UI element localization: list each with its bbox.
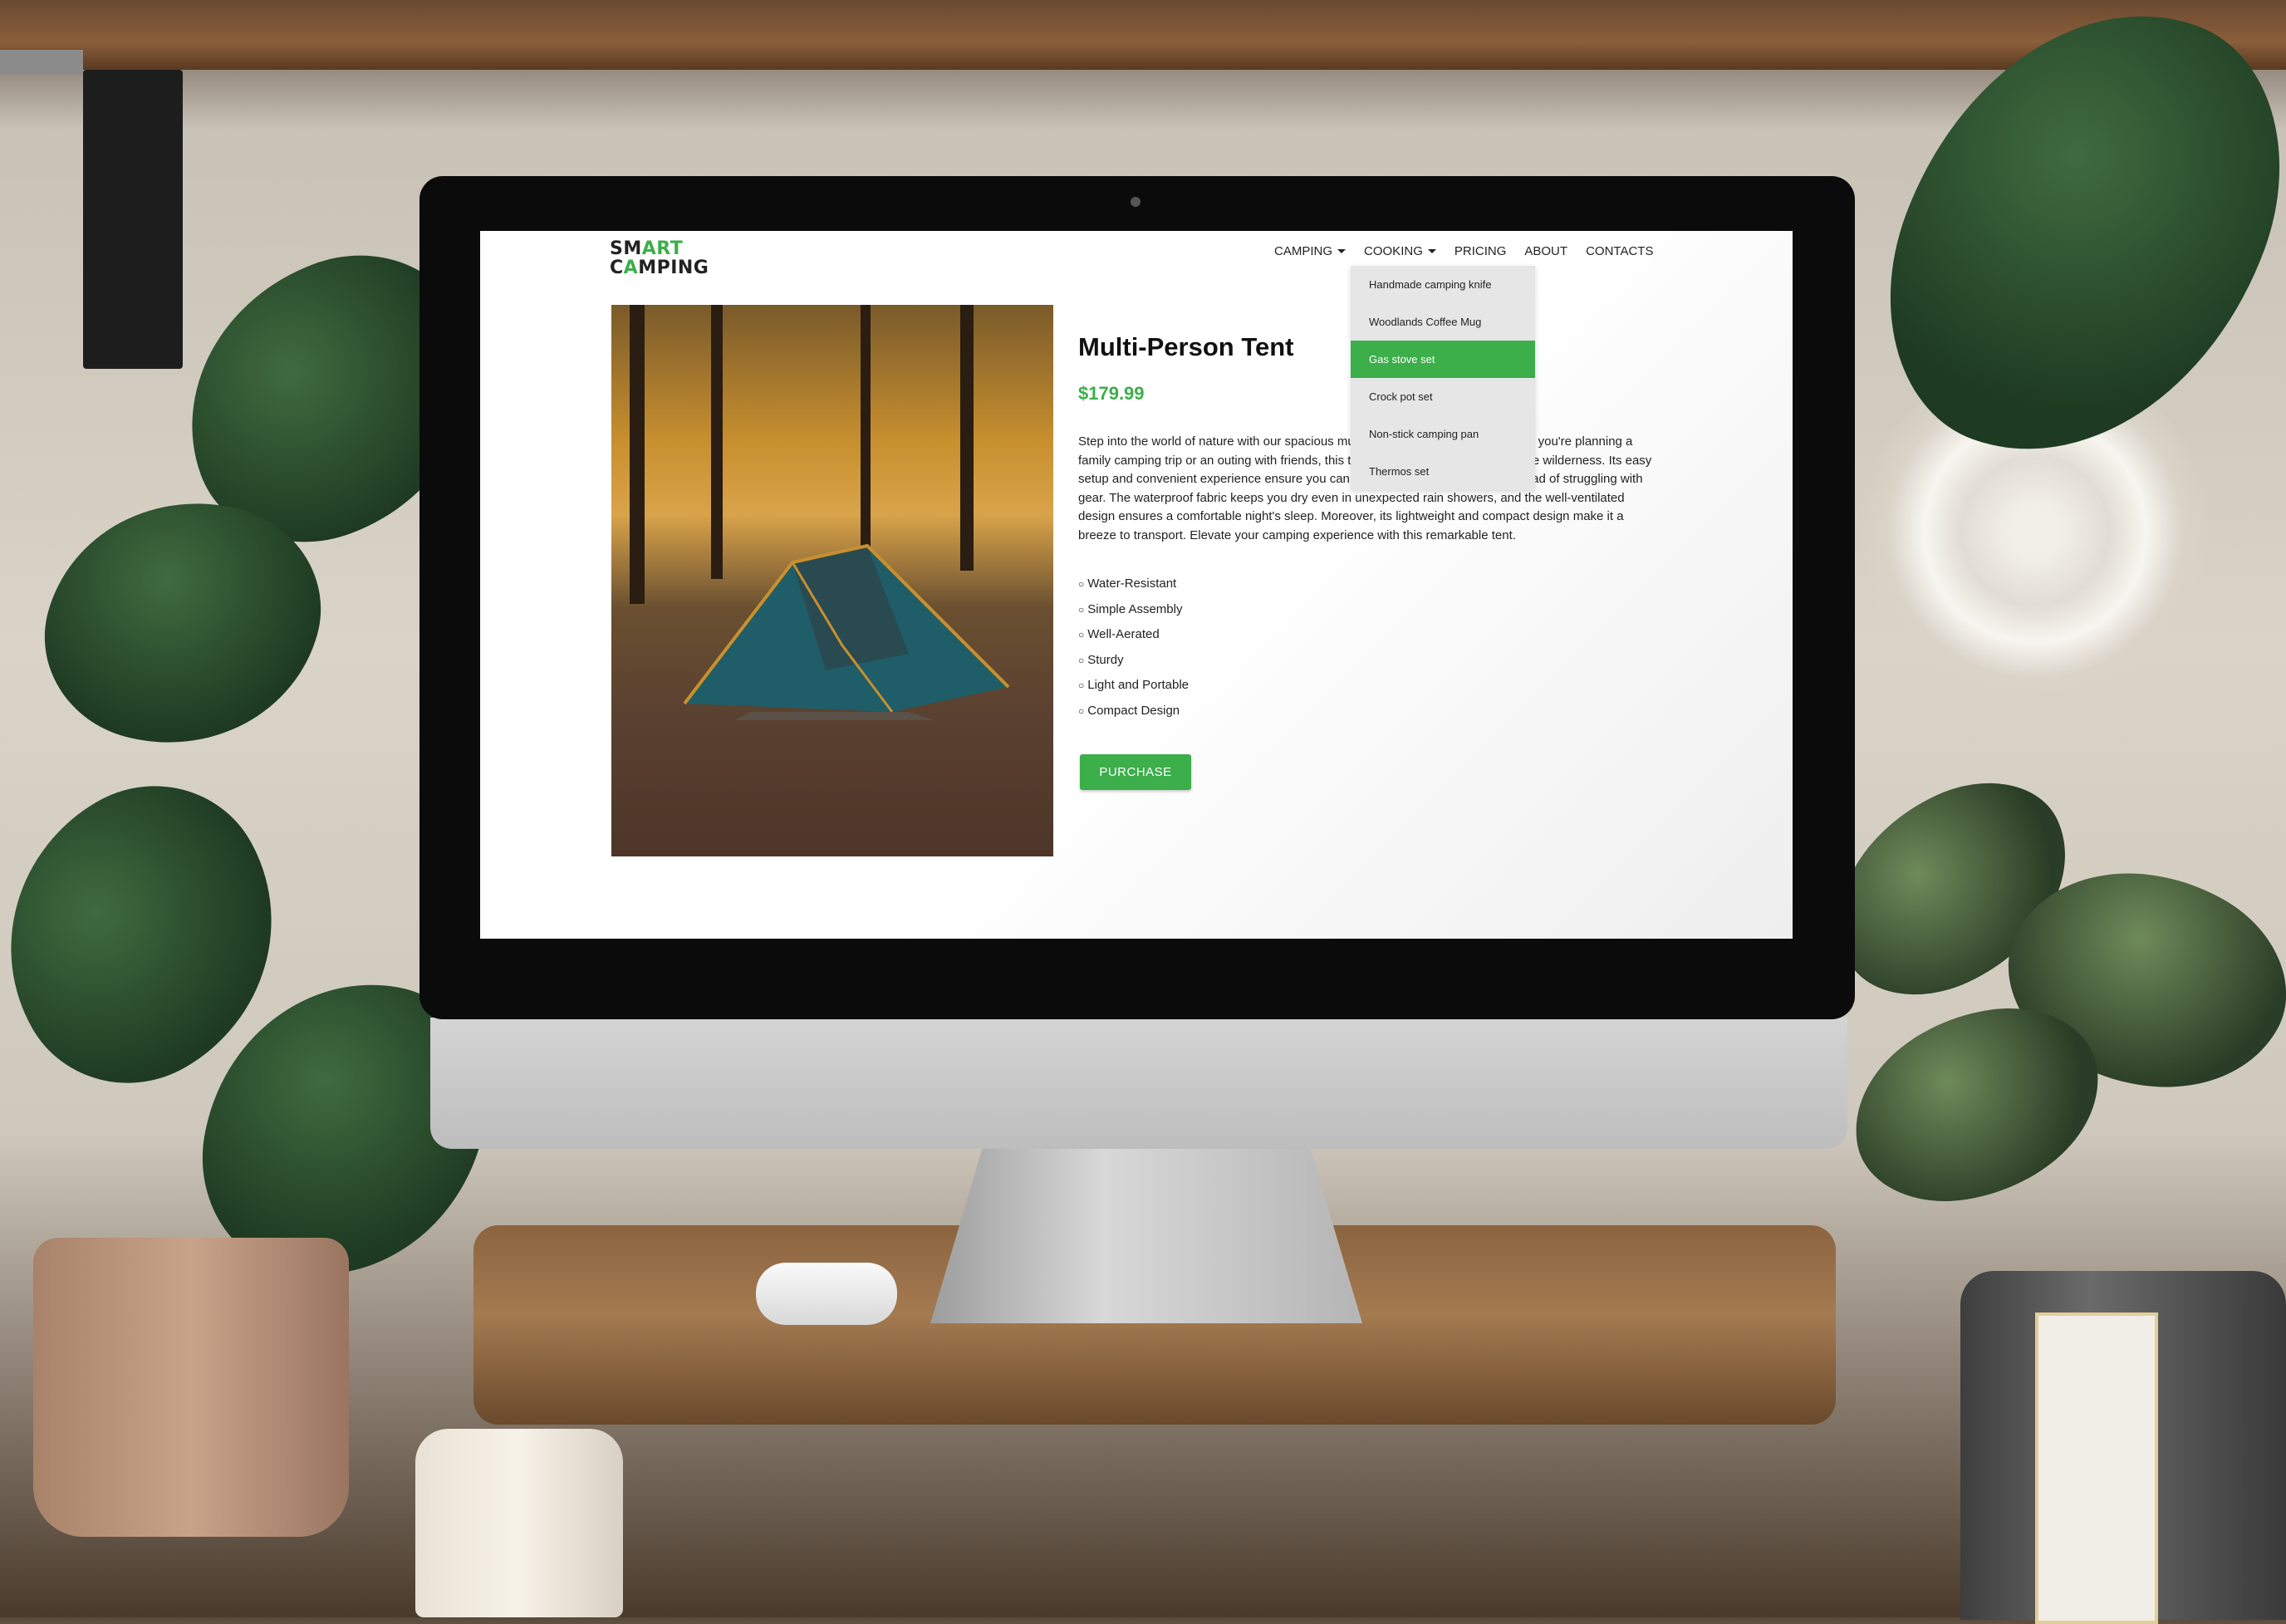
webcam-icon [1131,197,1141,207]
nav-item-pricing[interactable]: PRICING [1455,244,1507,258]
nav-label: PRICING [1454,244,1507,258]
monitor-chin [430,1018,1847,1149]
earbuds-case [756,1263,897,1325]
logo-text: MPING [638,258,709,278]
product-image [611,305,1053,856]
ceramic-mug [415,1429,623,1617]
shelf-rail [0,50,83,75]
logo-text: C [610,258,624,278]
purchase-button[interactable]: PURCHASE [1080,754,1191,790]
nav-label: ABOUT [1524,244,1568,258]
nav-label: CONTACTS [1586,244,1654,258]
dropdown-item-thermos[interactable]: Thermos set [1351,453,1535,490]
product-price: $179.99 [1078,383,1145,404]
nav-item-cooking[interactable]: COOKING [1364,244,1436,258]
cooking-dropdown-menu: Handmade camping knife Woodlands Coffee … [1351,266,1535,490]
feature-item: Well-Aerated [1078,622,1189,648]
nav-item-contacts[interactable]: CONTACTS [1586,244,1653,258]
greeting-card [2035,1312,2158,1624]
tent-illustration [683,543,1010,720]
feature-list: Water-Resistant Simple Assembly Well-Aer… [1078,572,1189,724]
nav-label: COOKING [1364,244,1423,258]
main-nav: CAMPING COOKING PRICING ABOUT CONTACTS [1274,244,1671,258]
dropdown-item-camping-knife[interactable]: Handmade camping knife [1351,266,1535,303]
feature-item: Compact Design [1078,699,1189,724]
tree-trunk [630,305,645,604]
logo-text-accent: A [623,258,639,278]
feature-item: Water-Resistant [1078,572,1189,597]
feature-item: Sturdy [1078,648,1189,674]
nav-label: CAMPING [1274,244,1333,258]
shelf-bracket [83,70,183,369]
site-logo[interactable]: SMART CAMPING [610,239,709,277]
feature-item: Light and Portable [1078,673,1189,699]
dropdown-item-camping-pan[interactable]: Non-stick camping pan [1351,415,1535,453]
logo-text: SM [610,238,642,259]
website-screen: SMART CAMPING CAMPING COOKING PRICING AB… [480,231,1793,939]
caret-down-icon [1337,249,1347,253]
nav-item-camping[interactable]: CAMPING [1274,244,1347,258]
logo-line-2: CAMPING [610,258,709,277]
dropdown-item-coffee-mug[interactable]: Woodlands Coffee Mug [1351,303,1535,341]
dropdown-item-crock-pot[interactable]: Crock pot set [1351,378,1535,415]
feature-item: Simple Assembly [1078,597,1189,623]
product-title: Multi-Person Tent [1078,332,1294,361]
logo-text-accent: ART [641,238,684,259]
caret-down-icon [1427,249,1436,253]
monitor-stand [930,1149,1362,1323]
plant-pot [33,1238,349,1537]
logo-line-1: SMART [610,239,709,258]
nav-item-about[interactable]: ABOUT [1524,244,1567,258]
dropdown-item-gas-stove[interactable]: Gas stove set [1351,341,1535,378]
wooden-shelf [0,0,2286,70]
